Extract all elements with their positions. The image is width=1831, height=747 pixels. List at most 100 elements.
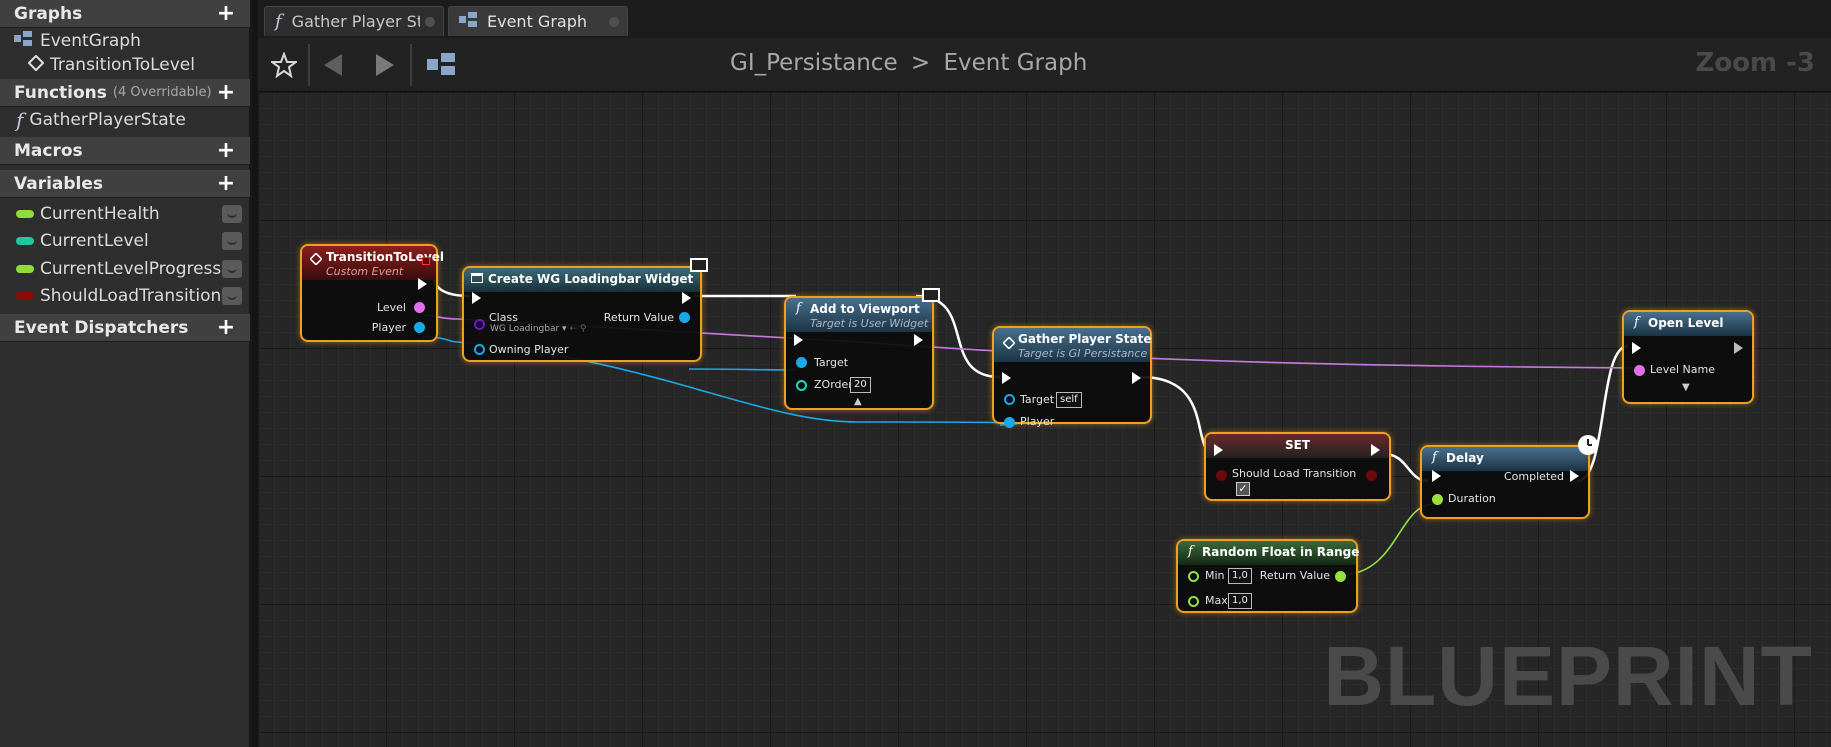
event-graph-canvas[interactable]: TransitionToLevel Custom Event Level Pla… [258, 92, 1831, 747]
exec-out-pin[interactable] [1371, 444, 1380, 456]
graphs-section-header[interactable]: Graphs + [0, 0, 250, 28]
add-graph-button[interactable]: + [216, 3, 236, 25]
exec-out-pin[interactable] [418, 278, 427, 290]
min-input[interactable]: 1,0 [1228, 568, 1252, 584]
browse-search-icon[interactable]: ⚲ [580, 324, 587, 334]
tab-label: Event Graph [487, 12, 587, 31]
exec-in-pin[interactable] [1432, 470, 1441, 482]
tab-gather-player-state[interactable]: f Gather Player State [264, 6, 444, 36]
level-pin[interactable] [414, 302, 425, 313]
close-tab-icon[interactable] [425, 17, 435, 27]
create-widget-node[interactable]: Create WG Loadingbar Widget Class WG Loa… [462, 258, 708, 362]
level-pin-label: Level [376, 301, 406, 314]
node-header: Delay [1422, 447, 1588, 471]
level-name-pin[interactable] [1634, 365, 1645, 376]
owning-player-pin[interactable] [474, 344, 485, 355]
random-float-in-range-node[interactable]: Random Float in Range f Min 1,0 Return V… [1176, 539, 1360, 613]
function-item-gatherplayerstate[interactable]: f GatherPlayerState [0, 107, 250, 133]
player-pin[interactable] [1004, 417, 1015, 428]
max-pin[interactable] [1188, 596, 1199, 607]
event-icon [27, 54, 45, 76]
add-variable-button[interactable]: + [216, 173, 236, 195]
zorder-pin[interactable] [796, 380, 807, 391]
node-title: Gather Player State [1018, 332, 1152, 346]
expand-arrow-icon[interactable]: ▲ [854, 396, 862, 407]
function-icon: f [1634, 315, 1639, 330]
delay-node[interactable]: Delay f Completed Duration [1420, 435, 1598, 519]
blueprint-editor: Graphs + EventGraph TransitionToLevel Fu… [0, 0, 1831, 747]
use-selected-arrow-icon[interactable]: ⇠ [569, 324, 577, 334]
close-tab-icon[interactable] [609, 17, 619, 27]
breadcrumb-separator: > [910, 50, 931, 76]
add-to-viewport-node[interactable]: Add to Viewport Target is User Widget f … [784, 288, 940, 410]
back-arrow-icon[interactable] [310, 48, 356, 82]
exec-out-pin[interactable] [1734, 342, 1743, 354]
player-pin[interactable] [414, 322, 425, 333]
exec-in-pin[interactable] [472, 292, 481, 304]
monitor-icon [922, 288, 940, 302]
macros-title: Macros [14, 140, 83, 161]
class-pin[interactable] [474, 319, 485, 330]
target-pin-label: Target [1020, 393, 1055, 406]
target-pin[interactable] [1004, 394, 1015, 405]
exec-in-pin[interactable] [1002, 372, 1011, 384]
exec-out-pin[interactable] [682, 292, 691, 304]
tab-event-graph[interactable]: Event Graph [448, 6, 628, 36]
node-subtitle: Target is GI Persistance [1018, 347, 1148, 360]
completed-exec-pin[interactable] [1570, 470, 1579, 482]
variable-item-currenthealth[interactable]: CurrentHealth [0, 201, 250, 227]
node-title: Open Level [1648, 316, 1724, 330]
exec-out-pin[interactable] [1132, 372, 1141, 384]
add-macro-button[interactable]: + [216, 140, 236, 162]
blueprint-watermark: BLUEPRINT [1323, 629, 1813, 723]
max-label: Max [1205, 594, 1228, 607]
variable-item-shouldloadtransition[interactable]: ShouldLoadTransition [0, 283, 250, 309]
exec-in-pin[interactable] [1214, 444, 1223, 456]
owning-player-label: Owning Player [489, 343, 569, 356]
add-function-button[interactable]: + [216, 82, 236, 104]
visibility-eye-icon[interactable] [222, 205, 242, 223]
duration-pin[interactable] [1432, 494, 1443, 505]
visibility-eye-icon[interactable] [222, 232, 242, 250]
node-title: Random Float in Range [1202, 545, 1360, 559]
graph-item-eventgraph[interactable]: EventGraph [0, 28, 250, 54]
target-pin[interactable] [796, 357, 807, 368]
add-event-dispatcher-button[interactable]: + [216, 317, 236, 339]
transition-to-level-event-node[interactable]: TransitionToLevel Custom Event Level Pla… [300, 244, 444, 342]
gather-player-state-node[interactable]: Gather Player State Target is GI Persist… [992, 326, 1152, 428]
macros-section-header[interactable]: Macros + [0, 137, 250, 165]
forward-arrow-icon[interactable] [362, 48, 408, 82]
variable-item-currentlevel[interactable]: CurrentLevel [0, 228, 250, 254]
breadcrumb-root[interactable]: GI_Persistance [730, 50, 898, 76]
event-dispatchers-section-header[interactable]: Event Dispatchers + [0, 314, 250, 342]
event-dispatchers-title: Event Dispatchers [14, 317, 189, 338]
exec-out-pin[interactable] [914, 334, 923, 346]
exec-in-pin[interactable] [794, 334, 803, 346]
should-load-transition-pin[interactable] [1216, 470, 1227, 481]
target-self-input[interactable]: self [1056, 392, 1082, 408]
exec-in-pin[interactable] [1632, 342, 1641, 354]
visibility-eye-icon[interactable] [222, 260, 242, 278]
should-load-transition-out-pin[interactable] [1366, 470, 1377, 481]
return-value-pin[interactable] [679, 312, 690, 323]
visibility-eye-icon[interactable] [222, 287, 242, 305]
favorite-star-icon[interactable] [266, 48, 302, 82]
functions-section-header[interactable]: Functions (4 Overridable) + [0, 79, 250, 107]
variables-section-header[interactable]: Variables + [0, 170, 250, 198]
zorder-input[interactable]: 20 [850, 377, 871, 393]
delegate-pin[interactable] [422, 257, 430, 265]
min-pin[interactable] [1188, 571, 1199, 582]
function-icon: f [1432, 450, 1437, 465]
class-pin-label: Class [489, 311, 518, 324]
float-type-icon [16, 265, 34, 273]
open-level-node[interactable]: Open Level f Level Name ▼ [1622, 310, 1754, 404]
max-input[interactable]: 1,0 [1228, 593, 1252, 609]
set-variable-node[interactable]: SET Should Load Transition ✓ [1204, 432, 1391, 501]
variable-item-currentlevelprogress[interactable]: CurrentLevelProgress [0, 256, 250, 282]
checkbox-checked-icon[interactable]: ✓ [1236, 482, 1250, 496]
class-dropdown[interactable]: WG Loadingbar ▾ ⇠ ⚲ [490, 324, 586, 334]
return-value-pin[interactable] [1335, 571, 1346, 582]
expand-arrow-icon[interactable]: ▼ [1682, 382, 1690, 393]
node-header: TransitionToLevel Custom Event [302, 246, 444, 280]
graph-item-transitiontolevel[interactable]: TransitionToLevel [0, 52, 250, 78]
